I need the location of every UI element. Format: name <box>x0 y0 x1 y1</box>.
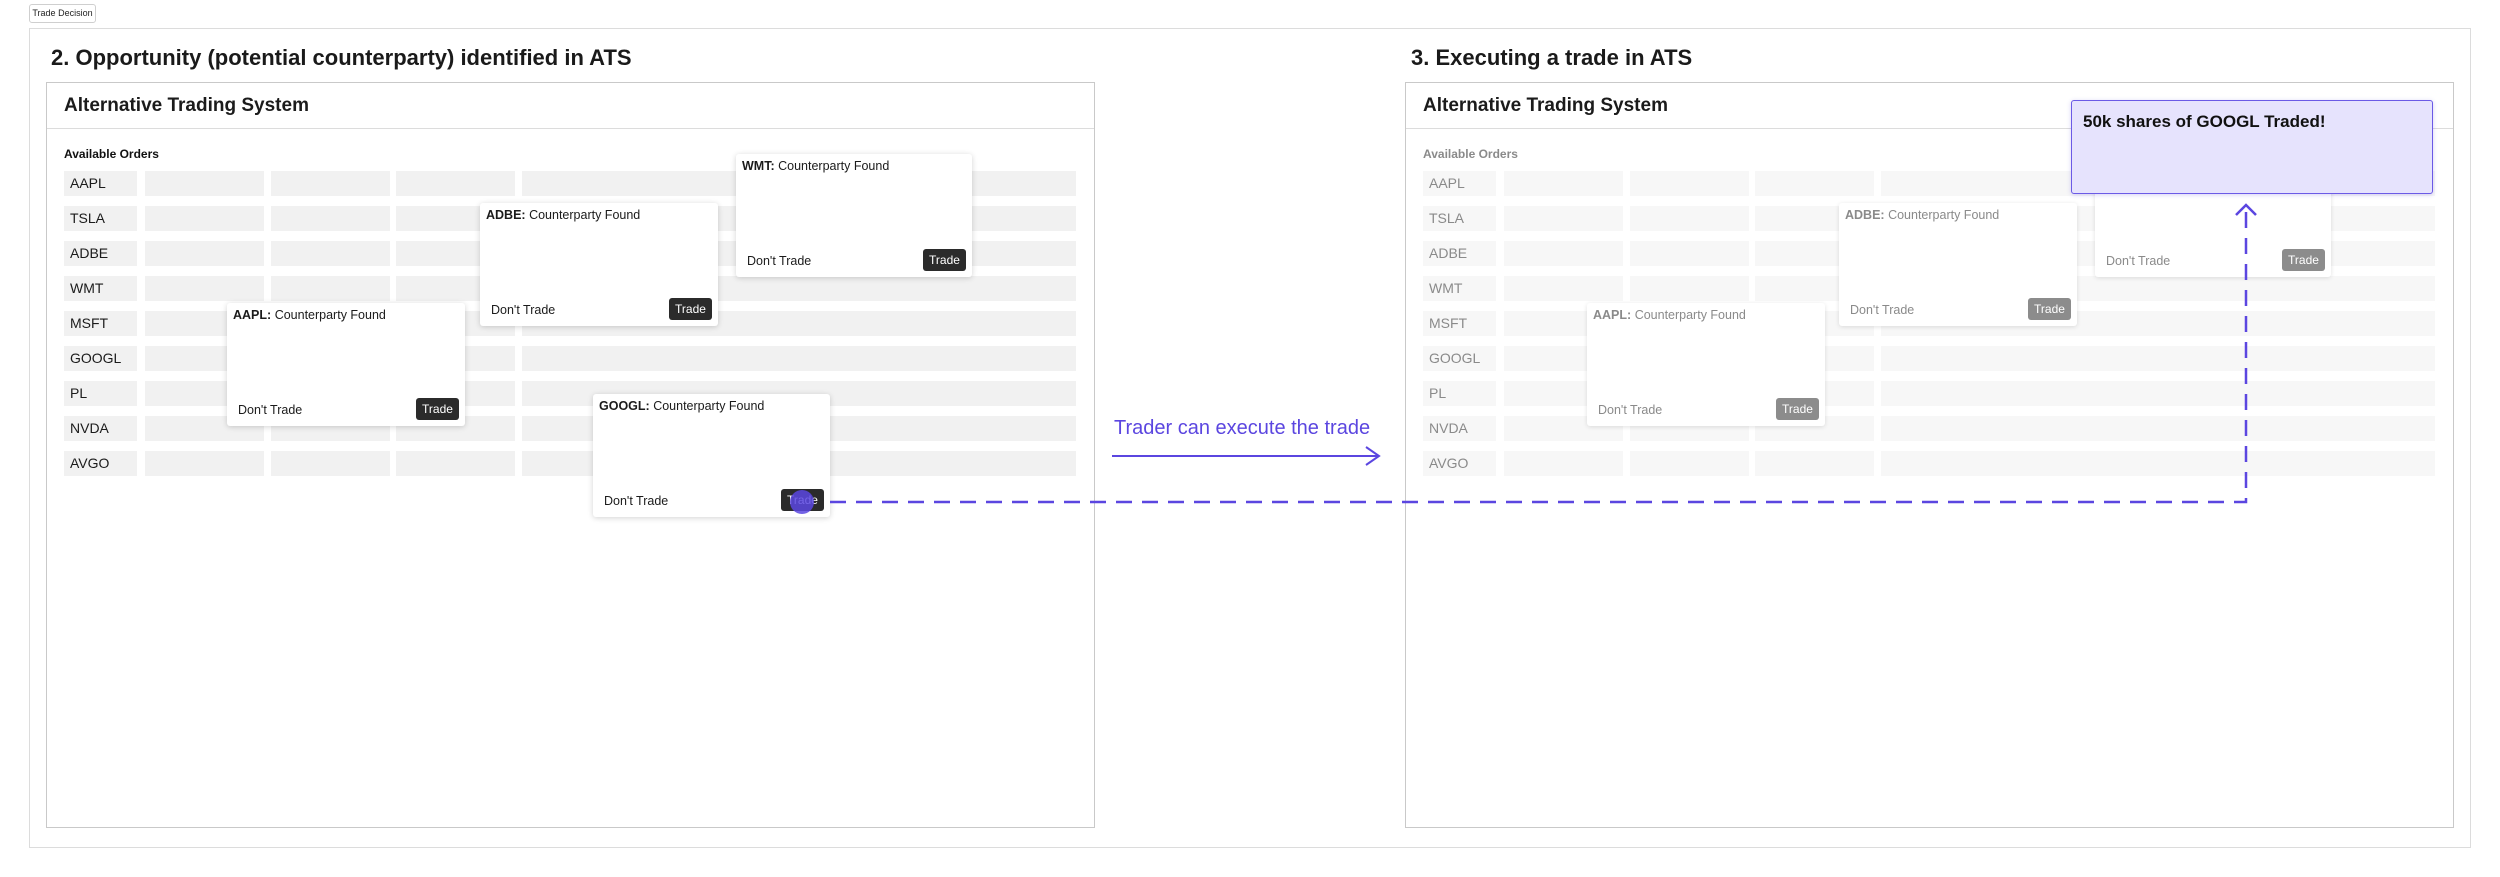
dashed-connector <box>830 203 2257 504</box>
